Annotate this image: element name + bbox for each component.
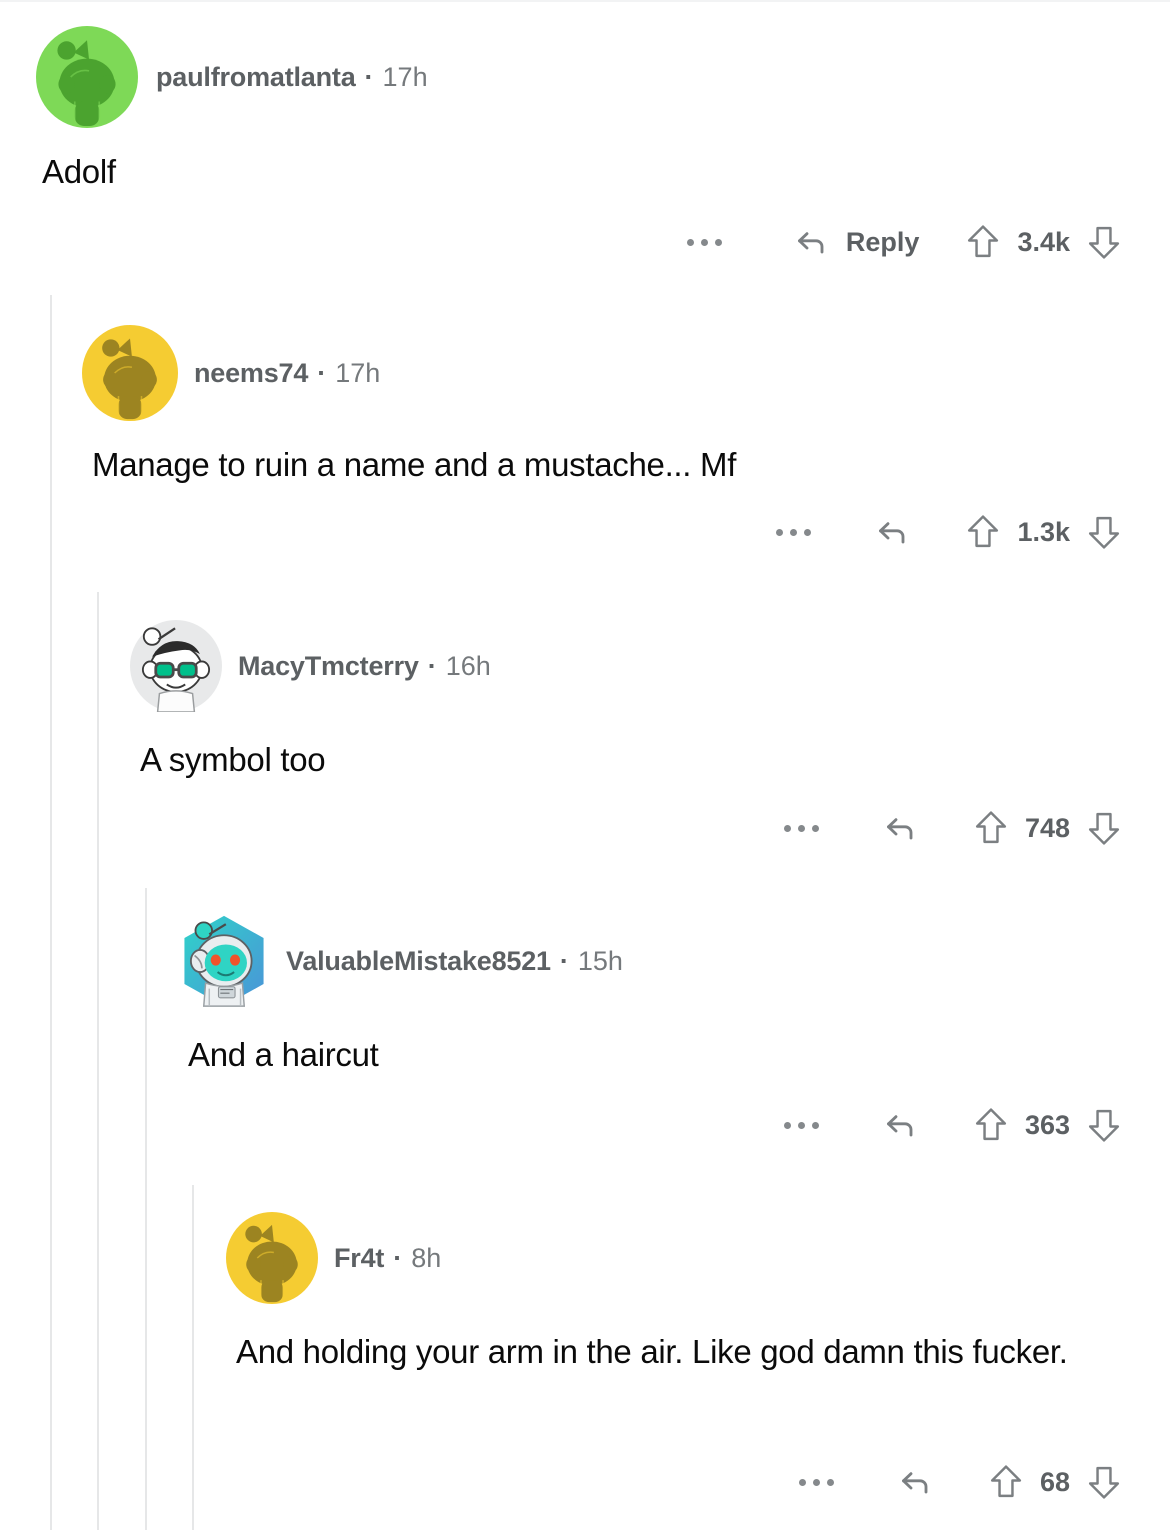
comment-meta: neems74 · 17h [194, 358, 380, 389]
meta-separator: · [559, 945, 569, 976]
upvote-button[interactable] [973, 808, 1009, 848]
snoo-avatar-glasses[interactable] [130, 620, 222, 712]
reply-arrow-icon [792, 222, 832, 262]
reply-button[interactable] [881, 808, 921, 848]
snoo-avatar-astronaut[interactable] [178, 915, 270, 1007]
reply-arrow-icon [881, 1105, 921, 1145]
vote-count: 3.4k [1017, 226, 1070, 257]
vote-controls: 3.4k [965, 222, 1122, 262]
comment-meta: paulfromatlanta · 17h [156, 62, 428, 93]
downvote-button[interactable] [1086, 808, 1122, 848]
comment-meta: MacyTmcterry · 16h [238, 651, 491, 682]
comment-action-bar: 68 [0, 1462, 1122, 1502]
author-username[interactable]: neems74 [194, 358, 308, 389]
overflow-menu-icon[interactable] [776, 528, 812, 536]
upvote-button[interactable] [965, 512, 1001, 552]
overflow-menu-icon[interactable] [686, 238, 722, 246]
reply-arrow-icon [896, 1462, 936, 1502]
downvote-button[interactable] [1086, 512, 1122, 552]
comment-timestamp: 16h [445, 650, 491, 681]
comment-thread-root: paulfromatlanta · 17h Adolf Reply 3.4k neem… [0, 0, 1170, 1530]
meta-separator: · [364, 61, 374, 92]
comment-header: MacyTmcterry · 16h [130, 620, 491, 712]
comment-action-bar: 363 [0, 1105, 1122, 1145]
reply-button[interactable] [881, 1105, 921, 1145]
meta-separator: · [427, 650, 437, 681]
author-username[interactable]: ValuableMistake8521 [286, 946, 551, 977]
vote-controls: 1.3k [965, 512, 1122, 552]
meta-separator: · [317, 357, 327, 388]
upvote-button[interactable] [988, 1462, 1024, 1502]
comment-header: Fr4t · 8h [226, 1212, 441, 1304]
downvote-button[interactable] [1086, 1105, 1122, 1145]
author-username[interactable]: MacyTmcterry [238, 651, 419, 682]
vote-controls: 68 [988, 1462, 1122, 1502]
overflow-menu-icon[interactable] [783, 1121, 819, 1129]
comment-body: Adolf [42, 153, 116, 190]
reply-button[interactable] [873, 512, 913, 552]
vote-count: 748 [1024, 812, 1070, 843]
upvote-button[interactable] [973, 1105, 1009, 1145]
author-username[interactable]: Fr4t [334, 1243, 384, 1274]
vote-count: 68 [1039, 1466, 1070, 1497]
comment-body: And holding your arm in the air. Like go… [236, 1333, 1068, 1370]
comment-header: ValuableMistake8521 · 15h [178, 915, 623, 1007]
snoo-avatar-yellow[interactable] [82, 325, 178, 421]
upvote-button[interactable] [965, 222, 1001, 262]
vote-count: 1.3k [1017, 516, 1070, 547]
thread-line-depth-3 [145, 888, 147, 1530]
downvote-button[interactable] [1086, 1462, 1122, 1502]
overflow-menu-icon[interactable] [783, 824, 819, 832]
comment-timestamp: 8h [411, 1242, 442, 1273]
comment-action-bar: 1.3k [0, 512, 1122, 552]
comment-body: Manage to ruin a name and a mustache... … [92, 446, 737, 483]
comment-timestamp: 15h [577, 945, 623, 976]
snoo-avatar-green[interactable] [36, 26, 138, 128]
reply-button[interactable] [896, 1462, 936, 1502]
comment-meta: Fr4t · 8h [334, 1243, 441, 1274]
top-divider [0, 0, 1170, 2]
meta-separator: · [393, 1242, 403, 1273]
vote-count: 363 [1024, 1109, 1070, 1140]
author-username[interactable]: paulfromatlanta [156, 62, 356, 93]
reply-button-label: Reply [845, 226, 920, 257]
thread-line-depth-1 [50, 295, 52, 1530]
comment-header: paulfromatlanta · 17h [36, 26, 428, 128]
downvote-button[interactable] [1086, 222, 1122, 262]
overflow-menu-icon[interactable] [798, 1478, 834, 1486]
comment-action-bar: Reply 3.4k [0, 222, 1122, 262]
comment-timestamp: 17h [335, 357, 381, 388]
vote-controls: 748 [973, 808, 1122, 848]
comment-header: neems74 · 17h [82, 325, 380, 421]
thread-line-depth-2 [97, 592, 99, 1530]
comment-body: A symbol too [140, 741, 326, 778]
comment-action-bar: 748 [0, 808, 1122, 848]
reply-arrow-icon [873, 512, 913, 552]
vote-controls: 363 [973, 1105, 1122, 1145]
reply-button[interactable]: Reply [792, 222, 920, 262]
comment-timestamp: 17h [382, 61, 428, 92]
comment-meta: ValuableMistake8521 · 15h [286, 946, 623, 977]
reply-arrow-icon [881, 808, 921, 848]
comment-body: And a haircut [188, 1036, 379, 1073]
snoo-avatar-yellow[interactable] [226, 1212, 318, 1304]
